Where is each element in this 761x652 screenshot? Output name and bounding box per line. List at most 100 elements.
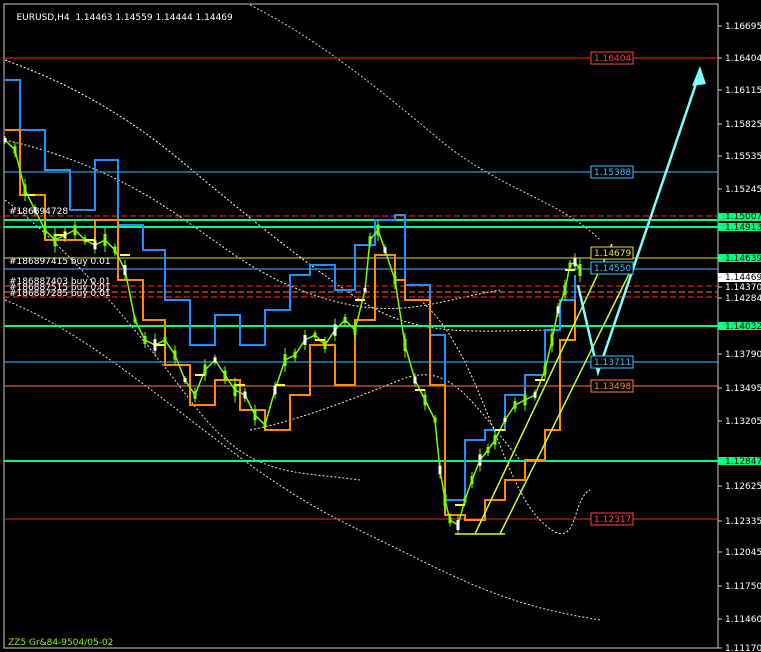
candle-body (293, 351, 297, 359)
candle-body (423, 394, 427, 406)
candle-body (433, 417, 437, 423)
candle-body (383, 247, 387, 253)
level-tag-text: 1.14550 (594, 264, 631, 274)
candle-body (493, 435, 497, 445)
candle-body (513, 401, 517, 409)
price-label: 1.14469 (725, 273, 761, 283)
candle-body (470, 476, 474, 484)
candle-body (563, 284, 567, 296)
candle-body (438, 465, 442, 475)
chart-window[interactable]: 1.16404 1.15388 1.14679 1.14550 1.13711 1.134… (0, 0, 761, 652)
candle-body (283, 354, 287, 366)
price-candles (3, 136, 582, 535)
level-tag-text: 1.15388 (594, 168, 631, 178)
indicator-series (5, 79, 576, 521)
candle-body (113, 246, 117, 254)
candle-body (323, 341, 327, 349)
level-tag-text: 1.13498 (594, 382, 631, 392)
ohlc-values: 1.14463 1.14559 1.14444 1.14469 (75, 13, 233, 23)
candle-body (253, 409, 257, 421)
price-label: 1.16115 (725, 86, 761, 96)
candle-body (343, 317, 347, 323)
candle-body (263, 422, 267, 428)
candle-body (203, 364, 207, 376)
candle-body (578, 264, 582, 276)
level-tag-text: 1.14679 (594, 249, 631, 259)
horizontal-levels[interactable] (4, 57, 761, 520)
price-label: 1.13790 (725, 350, 761, 360)
price-label: 1.14370 (725, 283, 761, 293)
price-label: 1.12335 (725, 517, 761, 527)
price-label: 1.16404 (725, 54, 761, 64)
price-label: 1.14032 (725, 322, 761, 332)
price-label: 1.11750 (725, 582, 761, 592)
price-label: 1.12625 (725, 482, 761, 492)
candle-body (376, 224, 380, 236)
chart-header: EURUSD,H4 1.14463 1.14559 1.14444 1.1446… (5, 3, 233, 33)
order-label: #186887285 buy 0.01 (9, 289, 111, 299)
candle-body (443, 494, 447, 506)
envelope-bands (4, 4, 601, 621)
price-label: 1.16695 (725, 22, 761, 32)
candle-body (478, 454, 482, 466)
price-line (4, 139, 581, 527)
candle-body (353, 325, 357, 335)
price-label: 1.14913 (725, 223, 761, 233)
candle-body (43, 225, 47, 235)
candle-body (533, 392, 537, 398)
candle-body (503, 418, 507, 422)
candle-body (143, 336, 147, 344)
candle-body (213, 357, 217, 363)
price-label: 1.14284 (725, 294, 761, 304)
price-label: 1.14639 (725, 254, 761, 264)
candle-body (23, 184, 27, 196)
candle-body (313, 332, 317, 338)
candle-body (93, 240, 97, 250)
candle-body (3, 138, 7, 142)
price-label: 1.15825 (725, 120, 761, 130)
price-axis-labels: 1.16695 1.16404 1.16115 1.15825 1.15535 1.152… (718, 22, 761, 652)
candle-body (363, 288, 367, 292)
candle-body (163, 337, 167, 343)
candle-body (193, 391, 197, 399)
candle-body (273, 385, 277, 395)
candle-body (183, 378, 187, 382)
price-label: 1.12045 (725, 548, 761, 558)
candle-body (448, 516, 452, 524)
price-label: 1.15007 (725, 212, 761, 222)
candle-body (413, 376, 417, 384)
candle-body (103, 234, 107, 246)
candle-body (13, 146, 17, 154)
price-label: 1.15245 (725, 185, 761, 195)
price-label: 1.12847 (725, 457, 761, 467)
price-label: 1.15535 (725, 152, 761, 162)
candle-body (173, 350, 177, 360)
candle-body (456, 520, 460, 530)
candle-body (223, 370, 227, 380)
candle-body (568, 262, 572, 268)
candle-body (543, 365, 547, 375)
candle-body (393, 275, 397, 285)
candle-body (73, 224, 77, 236)
candle-body (403, 338, 407, 352)
order-label: #186897415 buy 0.01 (9, 257, 111, 267)
candle-body (243, 391, 247, 399)
candle-body (303, 335, 307, 345)
indicator-footer: ZZ5 Gr&84-9504/05-02 (8, 638, 114, 648)
price-chart[interactable]: 1.16404 1.15388 1.14679 1.14550 1.13711 1.134… (0, 0, 761, 652)
candle-body (133, 317, 137, 323)
forecast-arrowhead (692, 66, 706, 86)
candle-body (573, 257, 577, 267)
price-label: 1.13205 (725, 417, 761, 427)
price-label: 1.13495 (725, 384, 761, 394)
candle-body (463, 497, 467, 503)
candle-body (523, 394, 527, 406)
lower-channel-line (499, 263, 635, 535)
candle-body (333, 324, 337, 336)
candle-body (556, 306, 560, 314)
candle-body (486, 447, 490, 453)
symbol-timeframe: EURUSD,H4 (16, 13, 70, 23)
level-tag-text: 1.13711 (594, 358, 631, 368)
trend-lines[interactable] (455, 66, 706, 535)
candle-body (368, 236, 372, 244)
